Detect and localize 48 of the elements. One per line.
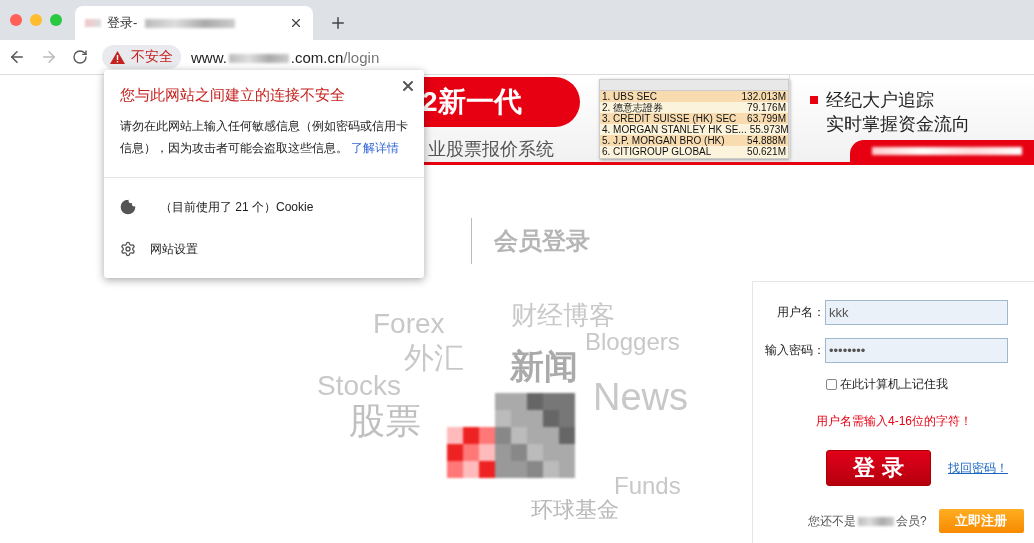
popup-title: 您与此网站之间建立的连接不安全: [120, 86, 346, 105]
register-prompt: 您还不是 会员?: [808, 512, 927, 530]
security-chip[interactable]: 不安全: [102, 45, 181, 69]
broker-amount: 55.973M: [749, 124, 789, 135]
banner-subtitle: 业股票报价系统: [427, 138, 555, 161]
close-button[interactable]: [400, 78, 416, 94]
popup-message: 请勿在此网站上输入任何敏感信息（例如密码或信用卡信息），因为攻击者可能会盗取这些信息。 了解详情: [120, 118, 409, 157]
learn-more-link[interactable]: 了解详情: [351, 141, 400, 155]
broker-name: 3. CREDIT SUISSE (HK) SEC: [602, 113, 737, 124]
tab-title: 登录-: [107, 14, 138, 32]
banner-tagline: 经纪大户追踪: [826, 89, 934, 112]
forgot-password-link[interactable]: 找回密码！: [948, 459, 1008, 477]
favicon-icon: [85, 19, 101, 27]
browser-tab[interactable]: 登录-: [75, 6, 313, 40]
blurred-text: [858, 516, 894, 526]
blurred-text: [228, 54, 289, 64]
close-window-icon[interactable]: [10, 14, 22, 26]
broker-name: 5. J.P. MORGAN BRO (HK): [602, 135, 725, 146]
settings-icon: [120, 241, 136, 257]
reload-icon[interactable]: [72, 49, 88, 65]
broker-amount: 132.013M: [741, 91, 786, 102]
new-tab-icon[interactable]: [329, 14, 347, 32]
popup-menu-item[interactable]: （目前使用了 21 个）Cookie: [104, 186, 424, 228]
checkbox-label: 在此计算机上记住我: [840, 376, 948, 393]
error-message: 用户名需输入4-16位的字符！: [816, 413, 974, 430]
cookie-icon: [120, 199, 136, 215]
broker-name: 1. UBS SEC: [602, 91, 658, 102]
field-label: 输入密码：: [764, 342, 825, 359]
login-button[interactable]: 登 录: [826, 450, 931, 486]
broker-amount: 54.888M: [747, 135, 786, 146]
section-heading: 会员登录: [494, 226, 590, 256]
close-icon[interactable]: [289, 16, 303, 30]
broker-amount: 63.799M: [747, 113, 786, 124]
username-field[interactable]: kkk: [825, 300, 1008, 325]
banner-tagline: 实时掌握资金流向: [826, 113, 970, 136]
field-label: 用户名：: [776, 304, 825, 321]
broker-amount: 50.621M: [747, 146, 786, 157]
warning-icon: [110, 50, 125, 64]
back-icon[interactable]: [8, 48, 26, 66]
password-field[interactable]: ••••••••: [825, 338, 1008, 363]
broker-name: 4. MORGAN STANLEY HK SE...: [602, 124, 747, 135]
bullet-icon: [810, 96, 818, 104]
url-text[interactable]: www. .com.cn/login: [191, 48, 380, 66]
checkbox[interactable]: [826, 379, 837, 390]
broker-name: 6. CITIGROUP GLOBAL: [602, 146, 712, 157]
broker-name: 2. 德意志證券: [602, 102, 664, 113]
broker-amount: 79.176M: [747, 102, 786, 113]
popup-menu-item[interactable]: 网站设置: [104, 228, 424, 270]
